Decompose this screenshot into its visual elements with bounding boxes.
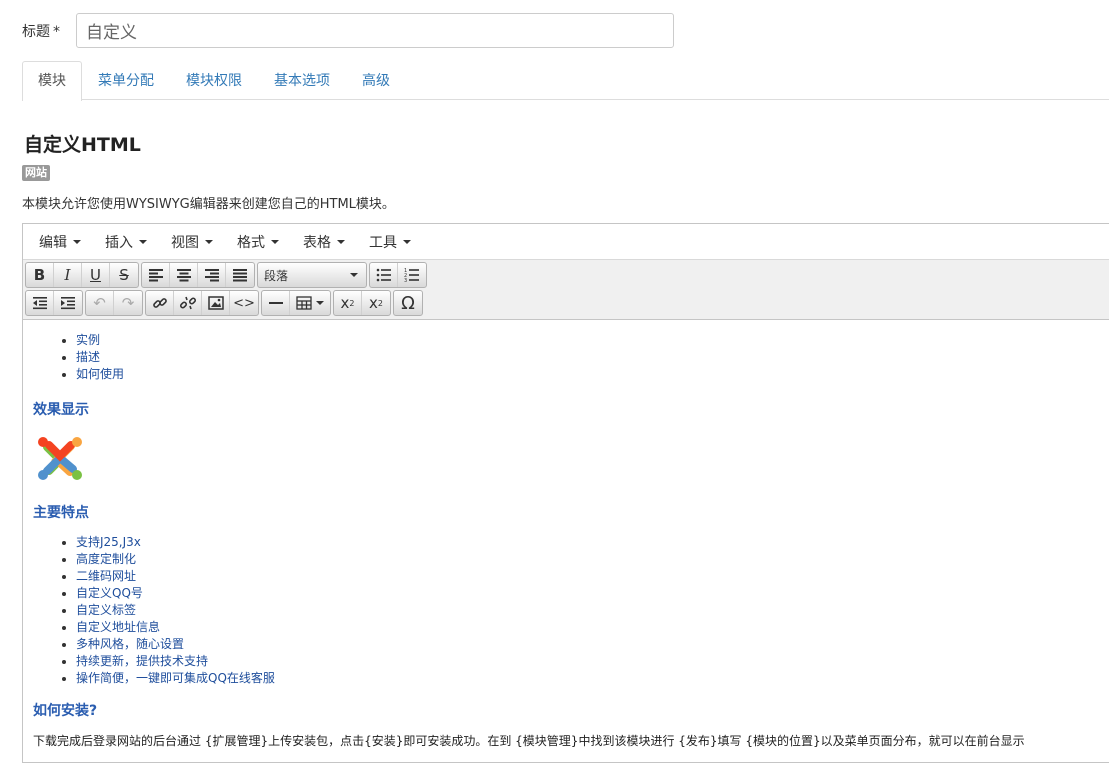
menu-edit[interactable]: 编辑	[27, 224, 93, 260]
tab-basic-options[interactable]: 基本选项	[258, 61, 346, 100]
list-item: 高度定制化	[76, 551, 275, 568]
horizontal-rule-icon[interactable]	[262, 291, 290, 315]
menu-format[interactable]: 格式	[225, 224, 291, 260]
list-item: 多种风格，随心设置	[76, 636, 275, 653]
table-icon[interactable]	[290, 291, 330, 315]
chevron-down-icon	[271, 239, 279, 244]
joomla-logo	[35, 433, 85, 483]
list-item: 描述	[76, 349, 124, 366]
chevron-down-icon	[139, 239, 147, 244]
tab-module[interactable]: 模块	[22, 61, 82, 101]
chevron-down-icon	[73, 239, 81, 244]
align-justify-icon[interactable]	[226, 263, 254, 287]
indent-icon[interactable]	[54, 291, 82, 315]
list-item: 操作简便，一键即可集成QQ在线客服	[76, 670, 275, 687]
list-item: 支持J25,J3x	[76, 534, 275, 551]
title-field-row: 标题 *	[22, 13, 76, 48]
tab-menu-assignment[interactable]: 菜单分配	[82, 61, 170, 100]
align-left-icon[interactable]	[142, 263, 170, 287]
toc-list: 实例 描述 如何使用	[31, 332, 124, 383]
module-title: 自定义HTML	[24, 134, 141, 156]
align-right-icon[interactable]	[198, 263, 226, 287]
chevron-down-icon	[403, 239, 411, 244]
effect-heading: 效果显示	[33, 402, 89, 418]
module-description: 本模块允许您使用WYSIWYG编辑器来创建您自己的HTML模块。	[22, 197, 395, 212]
menu-insert[interactable]: 插入	[93, 224, 159, 260]
chevron-down-icon	[316, 301, 324, 305]
menu-tools[interactable]: 工具	[357, 224, 423, 260]
svg-text:3: 3	[404, 278, 407, 282]
list-item: 如何使用	[76, 366, 124, 383]
bold-icon[interactable]: B	[26, 263, 54, 287]
italic-icon[interactable]: I	[54, 263, 82, 287]
list-item: 自定义QQ号	[76, 585, 275, 602]
editor-toolbar: B I U S 段落 1 2 3 ↶ ↷ <> x 2 x 2 Ω	[23, 260, 1109, 320]
subscript-icon[interactable]: x2	[334, 291, 362, 315]
install-heading: 如何安装?	[33, 703, 98, 719]
wysiwyg-editor: 编辑 插入 视图 格式 表格 工具 B I U S 段落 1 2 3 ↶ ↷ <…	[22, 223, 1109, 763]
undo-icon[interactable]: ↶	[86, 291, 114, 315]
site-badge: 网站	[22, 165, 50, 181]
list-item: 持续更新，提供技术支持	[76, 653, 275, 670]
chevron-down-icon	[350, 273, 358, 277]
chevron-down-icon	[205, 239, 213, 244]
install-paragraph: 下载完成后登录网站的后台通过 {扩展管理}上传安装包，点击{安装}即可安装成功。…	[33, 734, 1025, 748]
bullet-list-icon[interactable]	[370, 263, 398, 287]
outdent-icon[interactable]	[26, 291, 54, 315]
format-select[interactable]: 段落	[258, 263, 366, 287]
list-item: 实例	[76, 332, 124, 349]
underline-icon[interactable]: U	[82, 263, 110, 287]
menu-view[interactable]: 视图	[159, 224, 225, 260]
menu-table[interactable]: 表格	[291, 224, 357, 260]
features-heading: 主要特点	[33, 505, 89, 521]
required-mark: *	[53, 23, 60, 40]
numbered-list-icon[interactable]: 123	[398, 263, 426, 287]
list-item: 自定义标签	[76, 602, 275, 619]
image-icon[interactable]	[202, 291, 230, 315]
unlink-icon[interactable]	[174, 291, 202, 315]
strikethrough-icon[interactable]: S	[110, 263, 138, 287]
list-item: 二维码网址	[76, 568, 275, 585]
tab-module-permissions[interactable]: 模块权限	[170, 61, 258, 100]
superscript-icon[interactable]: x2	[362, 291, 390, 315]
features-list: 支持J25,J3x 高度定制化 二维码网址 自定义QQ号 自定义标签 自定义地址…	[31, 534, 275, 687]
chevron-down-icon	[337, 239, 345, 244]
omega-icon[interactable]: Ω	[394, 291, 422, 315]
title-input[interactable]	[76, 13, 674, 48]
editor-menubar: 编辑 插入 视图 格式 表格 工具	[23, 224, 1109, 260]
redo-icon[interactable]: ↷	[114, 291, 142, 315]
title-label: 标题 *	[22, 23, 60, 40]
list-item: 自定义地址信息	[76, 619, 275, 636]
tab-advanced[interactable]: 高级	[346, 61, 406, 100]
tab-bar: 模块 菜单分配 模块权限 基本选项 高级	[22, 61, 1109, 101]
align-center-icon[interactable]	[170, 263, 198, 287]
code-icon[interactable]: <>	[230, 291, 258, 315]
link-icon[interactable]	[146, 291, 174, 315]
